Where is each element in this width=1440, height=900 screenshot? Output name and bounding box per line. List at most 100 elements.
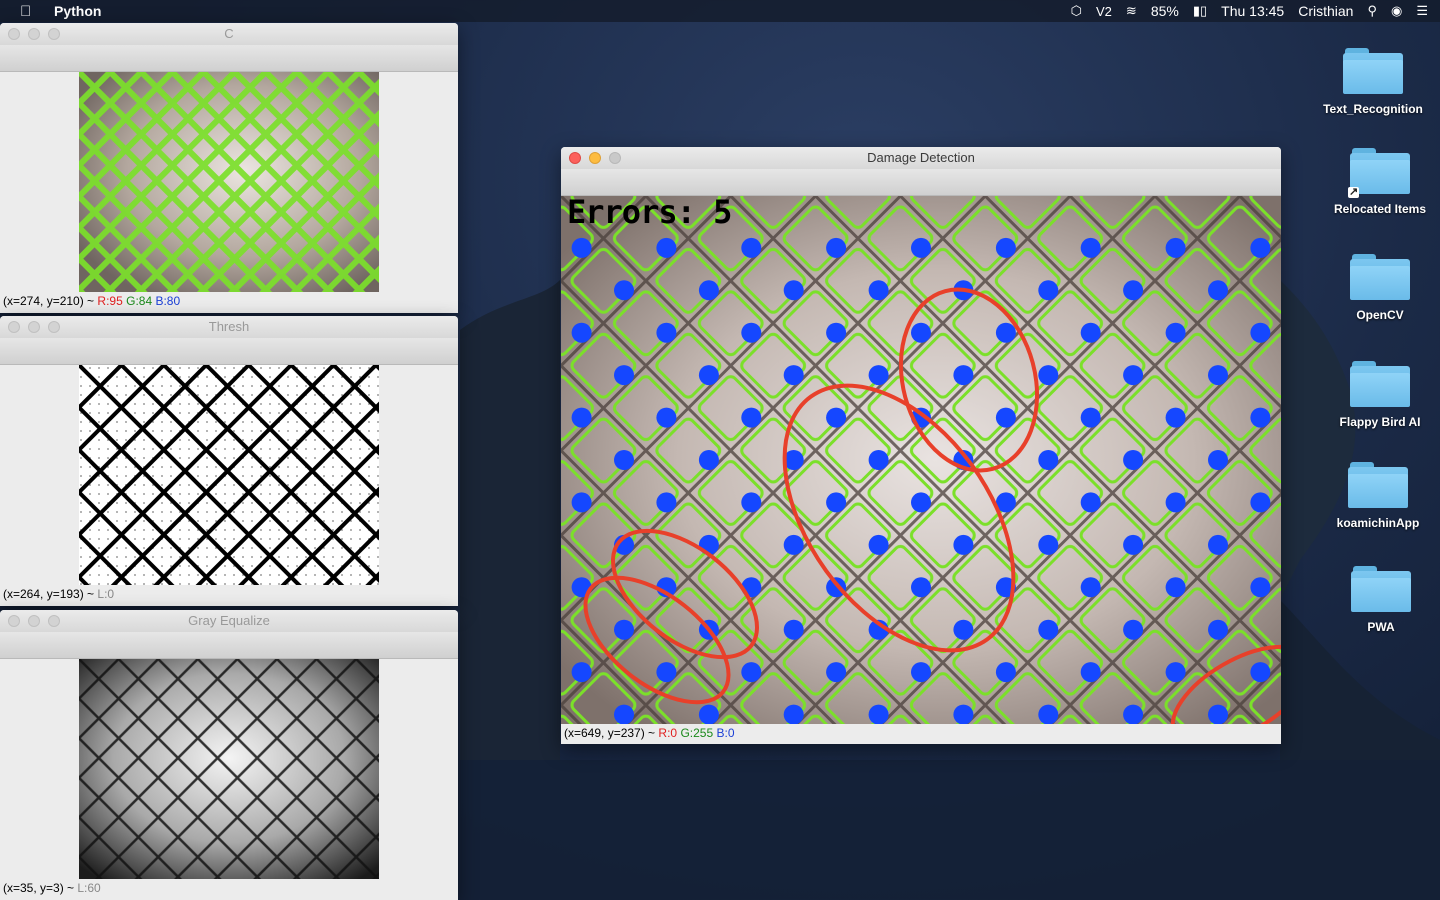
folder-icon: ↗	[1348, 148, 1410, 198]
window-titlebar[interactable]: Damage Detection	[561, 147, 1281, 169]
status-g: G:84	[126, 294, 153, 308]
cell-dot	[1123, 534, 1144, 555]
desktop-folder-flappy-bird-ai[interactable]: Flappy Bird AI	[1320, 361, 1440, 429]
cell-dot	[614, 619, 634, 640]
cell-dot	[1038, 704, 1059, 724]
cell-dot	[1123, 450, 1144, 470]
cell-dot	[1080, 322, 1101, 343]
battery-icon[interactable]: ▮▯	[1193, 3, 1207, 19]
damage-detection-image	[561, 196, 1281, 724]
desktop-folder-koamichinapp[interactable]: koamichinApp	[1318, 462, 1438, 530]
image-canvas[interactable]: Errors: 5	[561, 193, 1281, 724]
cell-dot	[1250, 662, 1271, 683]
cell-dot	[1038, 450, 1059, 470]
zoom-button[interactable]	[609, 152, 621, 164]
window-c[interactable]: C (x=274, y=210) ~ R:95 G:84 B:80	[0, 23, 458, 313]
folder-icon	[1351, 566, 1411, 612]
cell-dot	[1208, 534, 1228, 555]
cell-dot	[868, 534, 889, 555]
cell-dot	[698, 450, 719, 470]
cell-dot	[911, 237, 931, 258]
cell-dot	[953, 365, 974, 386]
desktop-folder-pwa[interactable]: PWA	[1321, 566, 1440, 634]
window-titlebar[interactable]: Gray Equalize	[0, 610, 458, 632]
cell-dot	[571, 322, 592, 343]
window-thresh[interactable]: Thresh (x=264, y=193) ~ L:0	[0, 316, 458, 606]
cell-dot	[995, 237, 1016, 258]
clock[interactable]: Thu 13:45	[1221, 3, 1284, 19]
zoom-button[interactable]	[48, 321, 60, 333]
cell-dot	[1165, 662, 1186, 683]
apple-icon[interactable]: 	[20, 3, 36, 20]
close-button[interactable]	[569, 152, 581, 164]
cell-dot	[1038, 534, 1059, 555]
status-b: B:80	[155, 294, 181, 308]
search-icon[interactable]: ⚲	[1367, 3, 1377, 19]
cell-dot	[656, 492, 677, 513]
folder-icon	[1350, 361, 1410, 407]
close-button[interactable]	[8, 615, 20, 627]
minimize-button[interactable]	[28, 321, 40, 333]
cell-dot	[1208, 280, 1228, 301]
cell-dot	[783, 619, 804, 640]
cell-dot	[826, 662, 847, 683]
v2-icon[interactable]: V2	[1096, 4, 1112, 19]
window-titlebar[interactable]: Thresh	[0, 316, 458, 338]
status-l: L:0	[97, 587, 115, 601]
list-icon[interactable]: ☰	[1416, 3, 1428, 19]
errors-count-label: Errors: 5	[567, 193, 732, 231]
user-name[interactable]: Cristhian	[1298, 3, 1353, 19]
folder-icon	[1343, 48, 1403, 94]
status-r: R:0	[658, 726, 678, 740]
cell-dot	[656, 322, 677, 343]
window-title: Damage Detection	[867, 150, 975, 165]
battery-percent[interactable]: 85%	[1151, 3, 1179, 19]
window-title: Thresh	[208, 319, 250, 334]
desktop-folder-relocated-items[interactable]: ↗ Relocated Items	[1320, 148, 1440, 216]
image-canvas[interactable]	[0, 365, 458, 585]
cell-dot	[1038, 619, 1059, 640]
siri-icon[interactable]: ◉	[1391, 3, 1402, 19]
image-canvas[interactable]	[0, 72, 458, 292]
minimize-button[interactable]	[589, 152, 601, 164]
window-damage-detection[interactable]: Damage Detection Errors: 5 (x=649, y=237…	[561, 147, 1281, 744]
desktop-folder-label: Flappy Bird AI	[1339, 415, 1421, 429]
cell-dot	[1123, 365, 1144, 386]
close-button[interactable]	[8, 321, 20, 333]
app-menu-python[interactable]: Python	[54, 3, 101, 19]
zoom-button[interactable]	[48, 615, 60, 627]
desktop-folder-text-recognition[interactable]: Text_Recognition	[1313, 48, 1433, 116]
cell-dot	[1080, 662, 1101, 683]
cell-dot	[1165, 407, 1186, 428]
cell-dot	[1123, 704, 1144, 724]
cell-dot	[783, 704, 804, 724]
cell-dot	[1208, 619, 1228, 640]
window-controls	[8, 28, 60, 40]
cell-dot	[1165, 322, 1186, 343]
cell-dot	[571, 407, 592, 428]
cell-dot	[1208, 450, 1228, 470]
minimize-button[interactable]	[28, 615, 40, 627]
cell-dot	[995, 322, 1016, 343]
cell-dot	[741, 662, 762, 683]
gray-equalized-image	[79, 659, 379, 879]
desktop-folder-label: koamichinApp	[1336, 516, 1420, 530]
contour-image	[79, 72, 379, 292]
cell-dot	[741, 237, 762, 258]
minimize-button[interactable]	[28, 28, 40, 40]
wifi-icon[interactable]: ≋	[1126, 3, 1137, 19]
close-button[interactable]	[8, 28, 20, 40]
cell-dot	[656, 407, 677, 428]
bitdefender-icon[interactable]: ⬡	[1071, 3, 1082, 19]
zoom-button[interactable]	[48, 28, 60, 40]
cell-dot	[741, 407, 762, 428]
desktop-folder-opencv[interactable]: OpenCV	[1320, 254, 1440, 322]
desktop-folder-label: PWA	[1367, 620, 1395, 634]
window-gray-equalize[interactable]: Gray Equalize (x=35, y=3) ~ L:60	[0, 610, 458, 900]
cell-dot	[1250, 322, 1271, 343]
window-toolbar	[561, 169, 1281, 196]
window-titlebar[interactable]: C	[0, 23, 458, 45]
cell-dot	[1250, 577, 1271, 598]
alias-arrow-icon: ↗	[1348, 186, 1360, 198]
image-canvas[interactable]	[0, 659, 458, 879]
